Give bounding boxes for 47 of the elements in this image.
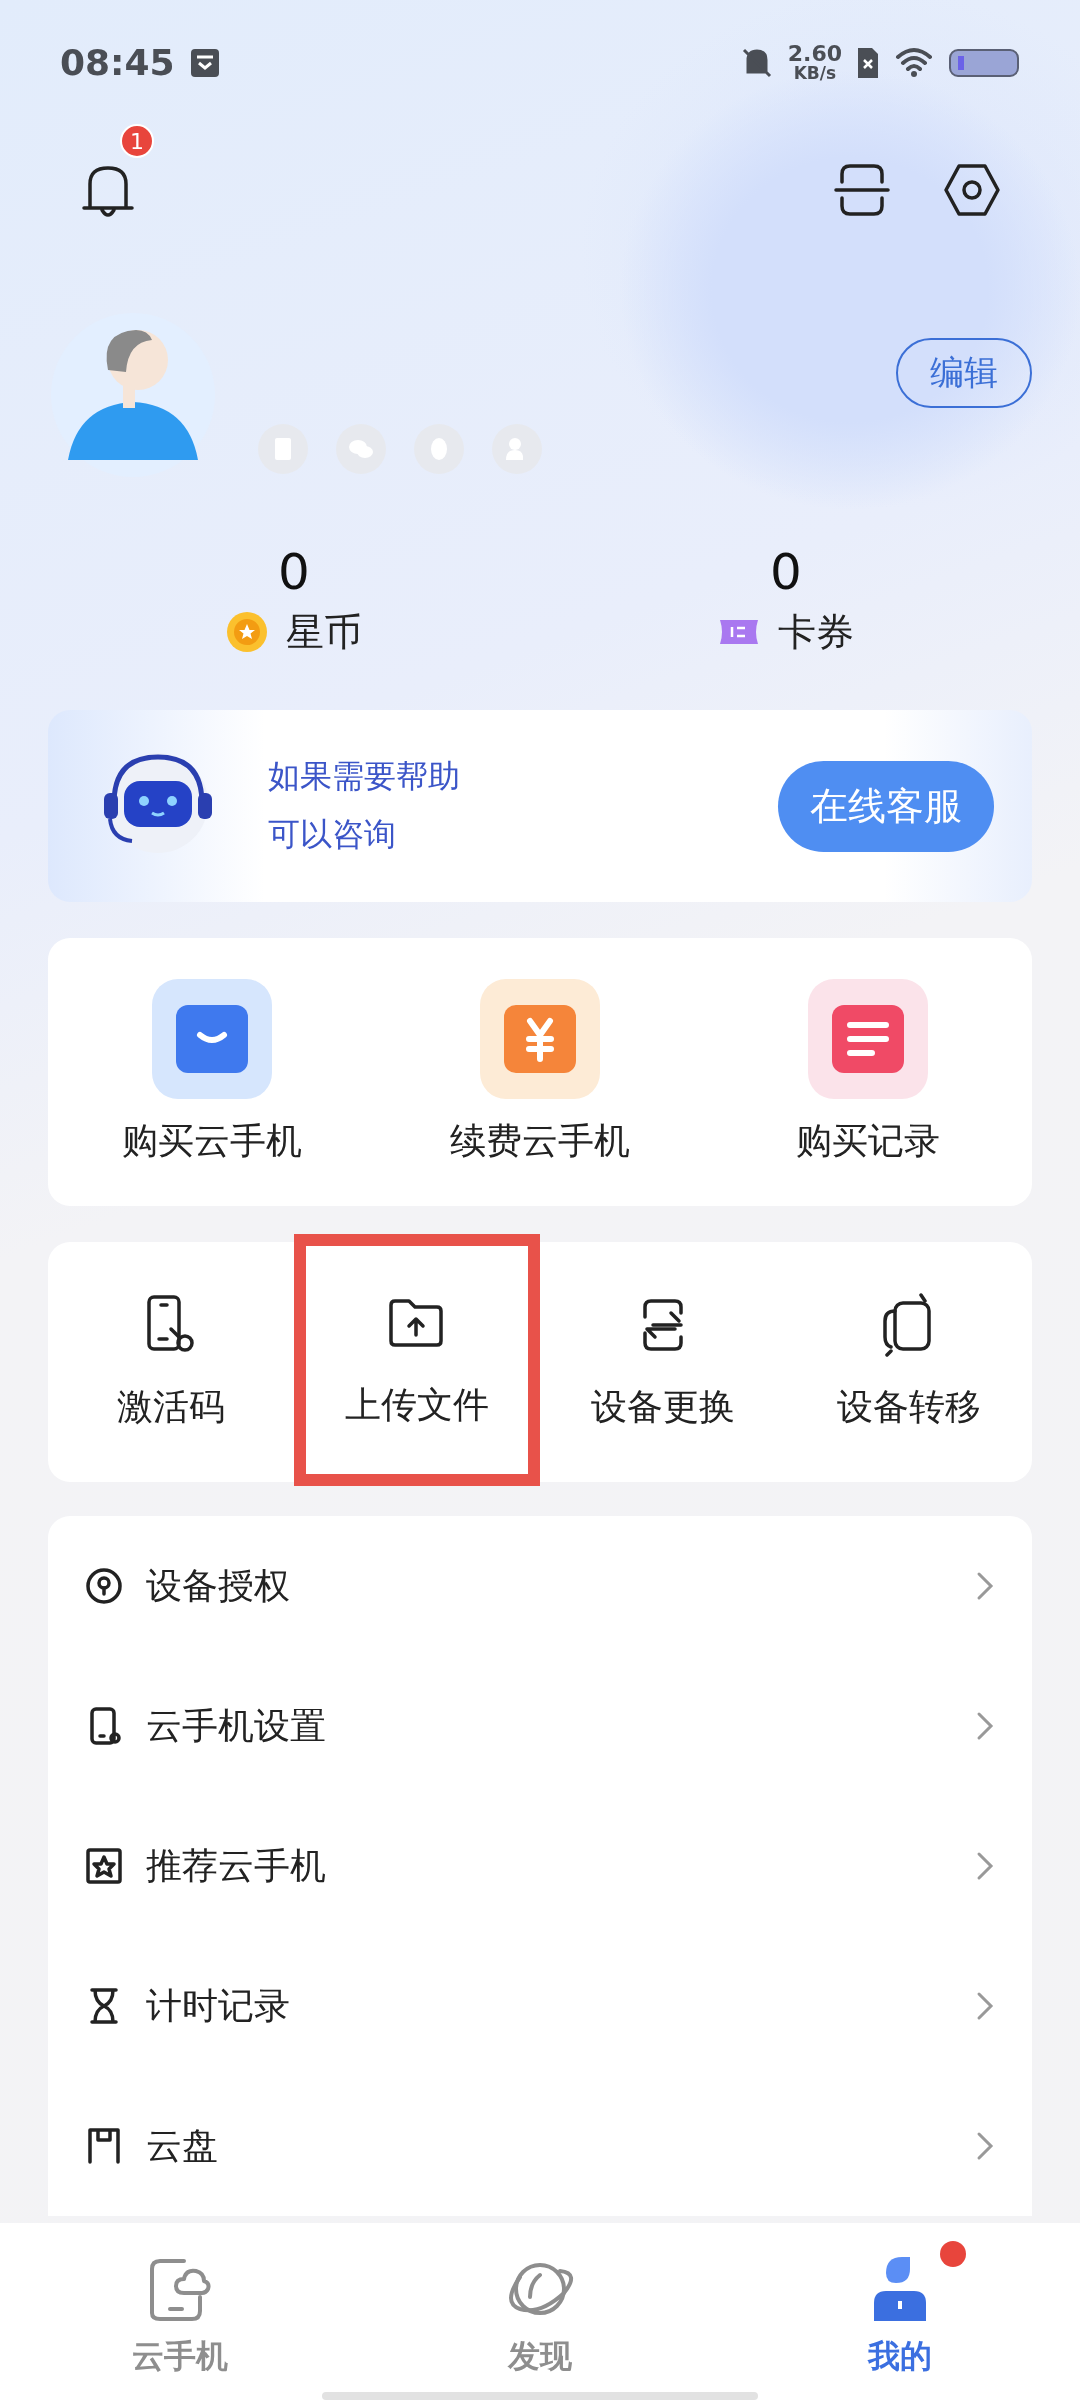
service-item[interactable]: 购买记录 [704,978,1032,1166]
chevron-right-icon [976,1711,994,1741]
menu-row[interactable]: 云手机设置 [48,1656,1032,1796]
tab[interactable]: 我的 [720,2223,1080,2408]
chevron-right-icon [976,1571,994,1601]
tablet-icon [258,424,308,474]
menu-label: 设备授权 [146,1563,290,1608]
menu-row[interactable]: 计时记录 [48,1936,1032,2076]
tool-item[interactable]: 上传文件 [294,1234,540,1486]
speed-unit: KB/s [793,65,837,82]
network-speed: 2.60 [787,43,842,65]
chat-icon [336,424,386,474]
tool-item[interactable]: 设备更换 [540,1242,786,1482]
help-text: 可以咨询 [268,814,397,855]
chevron-right-icon [976,1851,994,1881]
inbox-icon [188,46,221,79]
menu-row[interactable]: 推荐云手机 [48,1796,1032,1936]
stat-label: 卡券 [778,608,854,656]
coin-icon [226,611,268,653]
edit-button[interactable]: 编辑 [896,337,1032,408]
stat-value: 0 [770,542,802,601]
record-icon [808,978,928,1099]
chevron-right-icon [976,2131,994,2161]
tool-item[interactable]: 设备转移 [786,1242,1032,1482]
bag-icon [152,978,272,1099]
menu-label: 云盘 [146,2123,218,2168]
help-text: 如果需要帮助 [268,756,460,797]
menu-label: 推荐云手机 [146,1843,326,1888]
user-check-icon [492,424,542,474]
status-time: 08:45 [60,42,175,83]
stat-label: 星币 [286,608,362,656]
menu-label: 云手机设置 [146,1703,326,1748]
ticket-icon [718,618,760,646]
notification-badge: 1 [120,124,154,158]
menu-row[interactable]: 云盘 [48,2076,1032,2216]
chevron-right-icon [976,1991,994,2021]
stat-value: 0 [278,542,310,601]
menu-row[interactable]: 设备授权 [48,1516,1032,1656]
wifi-icon [894,46,934,79]
battery-icon [948,47,1020,78]
tool-item[interactable]: 激活码 [48,1242,294,1482]
renew-icon [480,978,600,1099]
service-item[interactable]: 续费云手机 [376,978,704,1166]
sim-icon [856,45,880,80]
service-item[interactable]: 购买云手机 [48,978,376,1166]
lock-icon [84,1566,124,1606]
menu-label: 计时记录 [146,1983,290,2028]
